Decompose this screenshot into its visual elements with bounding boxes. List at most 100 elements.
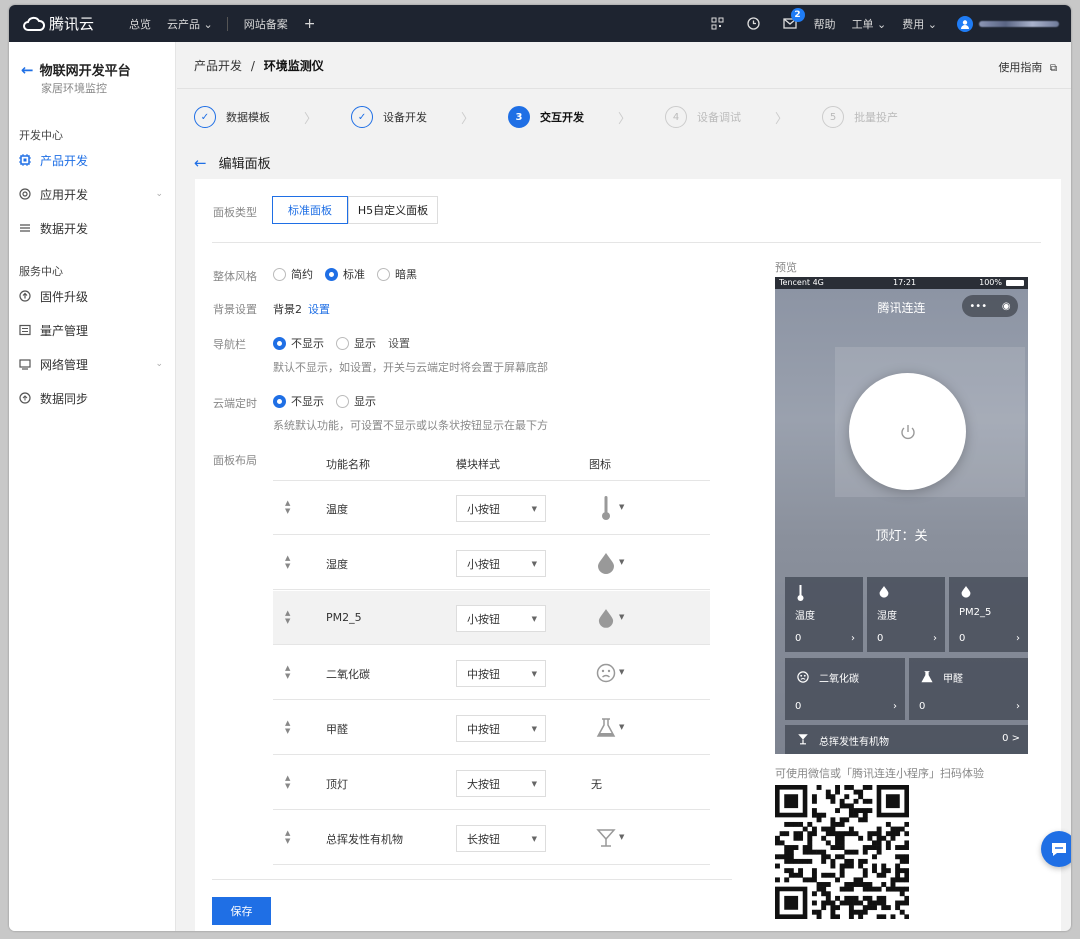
tile-temperature[interactable]: 温度 0 › (785, 577, 863, 652)
sort-handle-icon[interactable]: ▲ ▼ (285, 609, 290, 625)
table-row: ▲ ▼ 甲醛 中按钮 ▼ ▼ (273, 701, 710, 755)
radio-simple[interactable]: 简约 (273, 266, 313, 282)
sidebar-item-app-dev[interactable]: 应用开发 ⌄ (19, 184, 167, 204)
bg-settings-link[interactable]: 设置 (308, 301, 330, 317)
guide-link[interactable]: 使用指南 ⧉ (998, 59, 1057, 75)
qrcode-icon[interactable] (710, 16, 726, 32)
bg-value: 背景2 (273, 303, 302, 316)
group-service-center: 服务中心 (19, 265, 63, 278)
face-icon (797, 671, 809, 686)
sidebar-item-firmware[interactable]: 固件升级 (19, 286, 167, 306)
chevron-right-icon: › (1016, 701, 1020, 712)
breadcrumb-parent[interactable]: 产品开发 (194, 59, 242, 73)
sort-handle-icon[interactable]: ▲ ▼ (285, 499, 290, 515)
caret-down-icon[interactable]: ▼ (619, 503, 624, 511)
sort-handle-icon[interactable]: ▲ ▼ (285, 664, 290, 680)
breadcrumb: 产品开发 / 环境监测仪 (194, 57, 324, 74)
module-style-select[interactable]: 小按钮 ▼ (456, 550, 546, 577)
sidebar-item-data-sync[interactable]: 数据同步 (19, 388, 167, 408)
tile-formaldehyde[interactable]: 甲醛 0 › (909, 658, 1028, 720)
module-style-select[interactable]: 中按钮 ▼ (456, 660, 546, 687)
step-data-template[interactable]: ✓ 数据模板 (194, 106, 270, 128)
tab-standard-panel[interactable]: 标准面板 (272, 196, 348, 224)
sidebar-item-data-dev[interactable]: 数据开发 (19, 218, 167, 238)
caret-down-icon[interactable]: ▼ (619, 613, 624, 621)
clock-icon[interactable] (746, 16, 762, 32)
sort-handle-icon[interactable]: ▲ ▼ (285, 719, 290, 735)
caret-down-icon[interactable]: ▼ (619, 668, 624, 676)
nav-help[interactable]: 帮助 (814, 16, 836, 32)
user-name-obscured[interactable] (979, 20, 1059, 27)
face-icon[interactable] (591, 658, 621, 688)
radio-standard[interactable]: 标准 (325, 266, 365, 282)
nav-billing[interactable]: 费用 ⌄ (902, 16, 937, 32)
module-style-select[interactable]: 小按钮 ▼ (456, 495, 546, 522)
user-avatar[interactable] (957, 15, 973, 32)
panel-type-label: 面板类型 (213, 206, 257, 219)
tile-tvoc[interactable]: 总挥发性有机物 0 > (785, 725, 1028, 754)
tile-co2[interactable]: 二氧化碳 0 › (785, 658, 905, 720)
step-interaction-dev[interactable]: 3 交互开发 (508, 106, 584, 128)
brand-logo[interactable]: 腾讯云 (23, 13, 113, 34)
radio-nav-show[interactable]: 显示 (336, 335, 376, 351)
sort-handle-icon[interactable]: ▲ ▼ (285, 829, 290, 845)
nav-radio-group: 不显示 显示 设置 (273, 335, 410, 351)
sidebar-item-network[interactable]: 网络管理 ⌄ (19, 354, 167, 374)
back-to-platform[interactable]: ← 物联网开发平台 (21, 60, 131, 80)
nav-ticket[interactable]: 工单 ⌄ (852, 16, 887, 32)
drop-icon[interactable] (591, 603, 621, 633)
sort-handle-icon[interactable]: ▲ ▼ (285, 554, 290, 570)
caret-down-icon[interactable]: ▼ (619, 833, 624, 841)
nav-products[interactable]: 云产品 ⌄ (167, 16, 213, 32)
radio-timer-hide[interactable]: 不显示 (273, 393, 324, 409)
mail-icon[interactable]: 2 (782, 7, 805, 32)
mail-badge: 2 (790, 7, 805, 22)
tile-pm25[interactable]: PM2_5 0 › (949, 577, 1028, 652)
cup-icon[interactable] (591, 823, 621, 853)
flask-icon[interactable] (591, 713, 621, 743)
mini-program-capsule[interactable]: ••• ◉ (962, 295, 1018, 317)
module-style-select[interactable]: 中按钮 ▼ (456, 715, 546, 742)
back-arrow-icon[interactable]: ← (194, 154, 207, 172)
chat-support-button[interactable] (1041, 831, 1071, 867)
power-button[interactable] (849, 373, 966, 490)
nav-overview[interactable]: 总览 (129, 16, 151, 32)
step-device-dev[interactable]: ✓ 设备开发 (351, 106, 427, 128)
power-icon (900, 424, 915, 439)
module-style-select[interactable]: 长按钮 ▼ (456, 825, 546, 852)
tile-label: 二氧化碳 (819, 674, 859, 685)
step-device-debug[interactable]: 4 设备调试 (665, 106, 741, 128)
sidebar-item-mass-production[interactable]: 量产管理 (19, 320, 167, 340)
save-button[interactable]: 保存 (212, 897, 271, 925)
sync-icon (19, 392, 31, 404)
battery-label: 100% (979, 278, 1002, 287)
tile-humidity[interactable]: 湿度 0 › (867, 577, 945, 652)
nav-settings-link[interactable]: 设置 (388, 335, 410, 351)
tile-label: PM2_5 (959, 607, 992, 618)
sort-handle-icon[interactable]: ▲ ▼ (285, 774, 290, 790)
function-name: 甲醛 (326, 723, 348, 736)
thermometer-icon[interactable] (591, 493, 621, 523)
network-icon (19, 358, 31, 370)
module-style-select[interactable]: 大按钮 ▼ (456, 770, 546, 797)
bg-label: 背景设置 (213, 303, 257, 316)
caret-down-icon: ▼ (531, 669, 537, 678)
tab-h5-panel[interactable]: H5自定义面板 (348, 196, 438, 224)
nav-icp[interactable]: 网站备案 (244, 16, 288, 32)
drop-icon[interactable] (591, 548, 621, 578)
chat-bubble-icon (1052, 842, 1066, 856)
radio-timer-show[interactable]: 显示 (336, 393, 376, 409)
chevron-right-icon: › (1016, 633, 1020, 644)
caret-down-icon[interactable]: ▼ (619, 558, 624, 566)
bg-setting: 背景2 设置 (273, 301, 330, 317)
sidebar-item-product-dev[interactable]: 产品开发 (19, 150, 167, 170)
step-mass-production[interactable]: 5 批量投产 (822, 106, 898, 128)
radio-dark[interactable]: 暗黑 (377, 266, 417, 282)
sidebar-item-label: 量产管理 (40, 323, 89, 338)
add-button[interactable]: + (304, 16, 316, 32)
radio-nav-hide[interactable]: 不显示 (273, 335, 324, 351)
module-style-select[interactable]: 小按钮 ▼ (456, 605, 546, 632)
caret-down-icon[interactable]: ▼ (619, 723, 624, 731)
divider (226, 16, 228, 31)
tile-value: 0 (877, 633, 884, 644)
